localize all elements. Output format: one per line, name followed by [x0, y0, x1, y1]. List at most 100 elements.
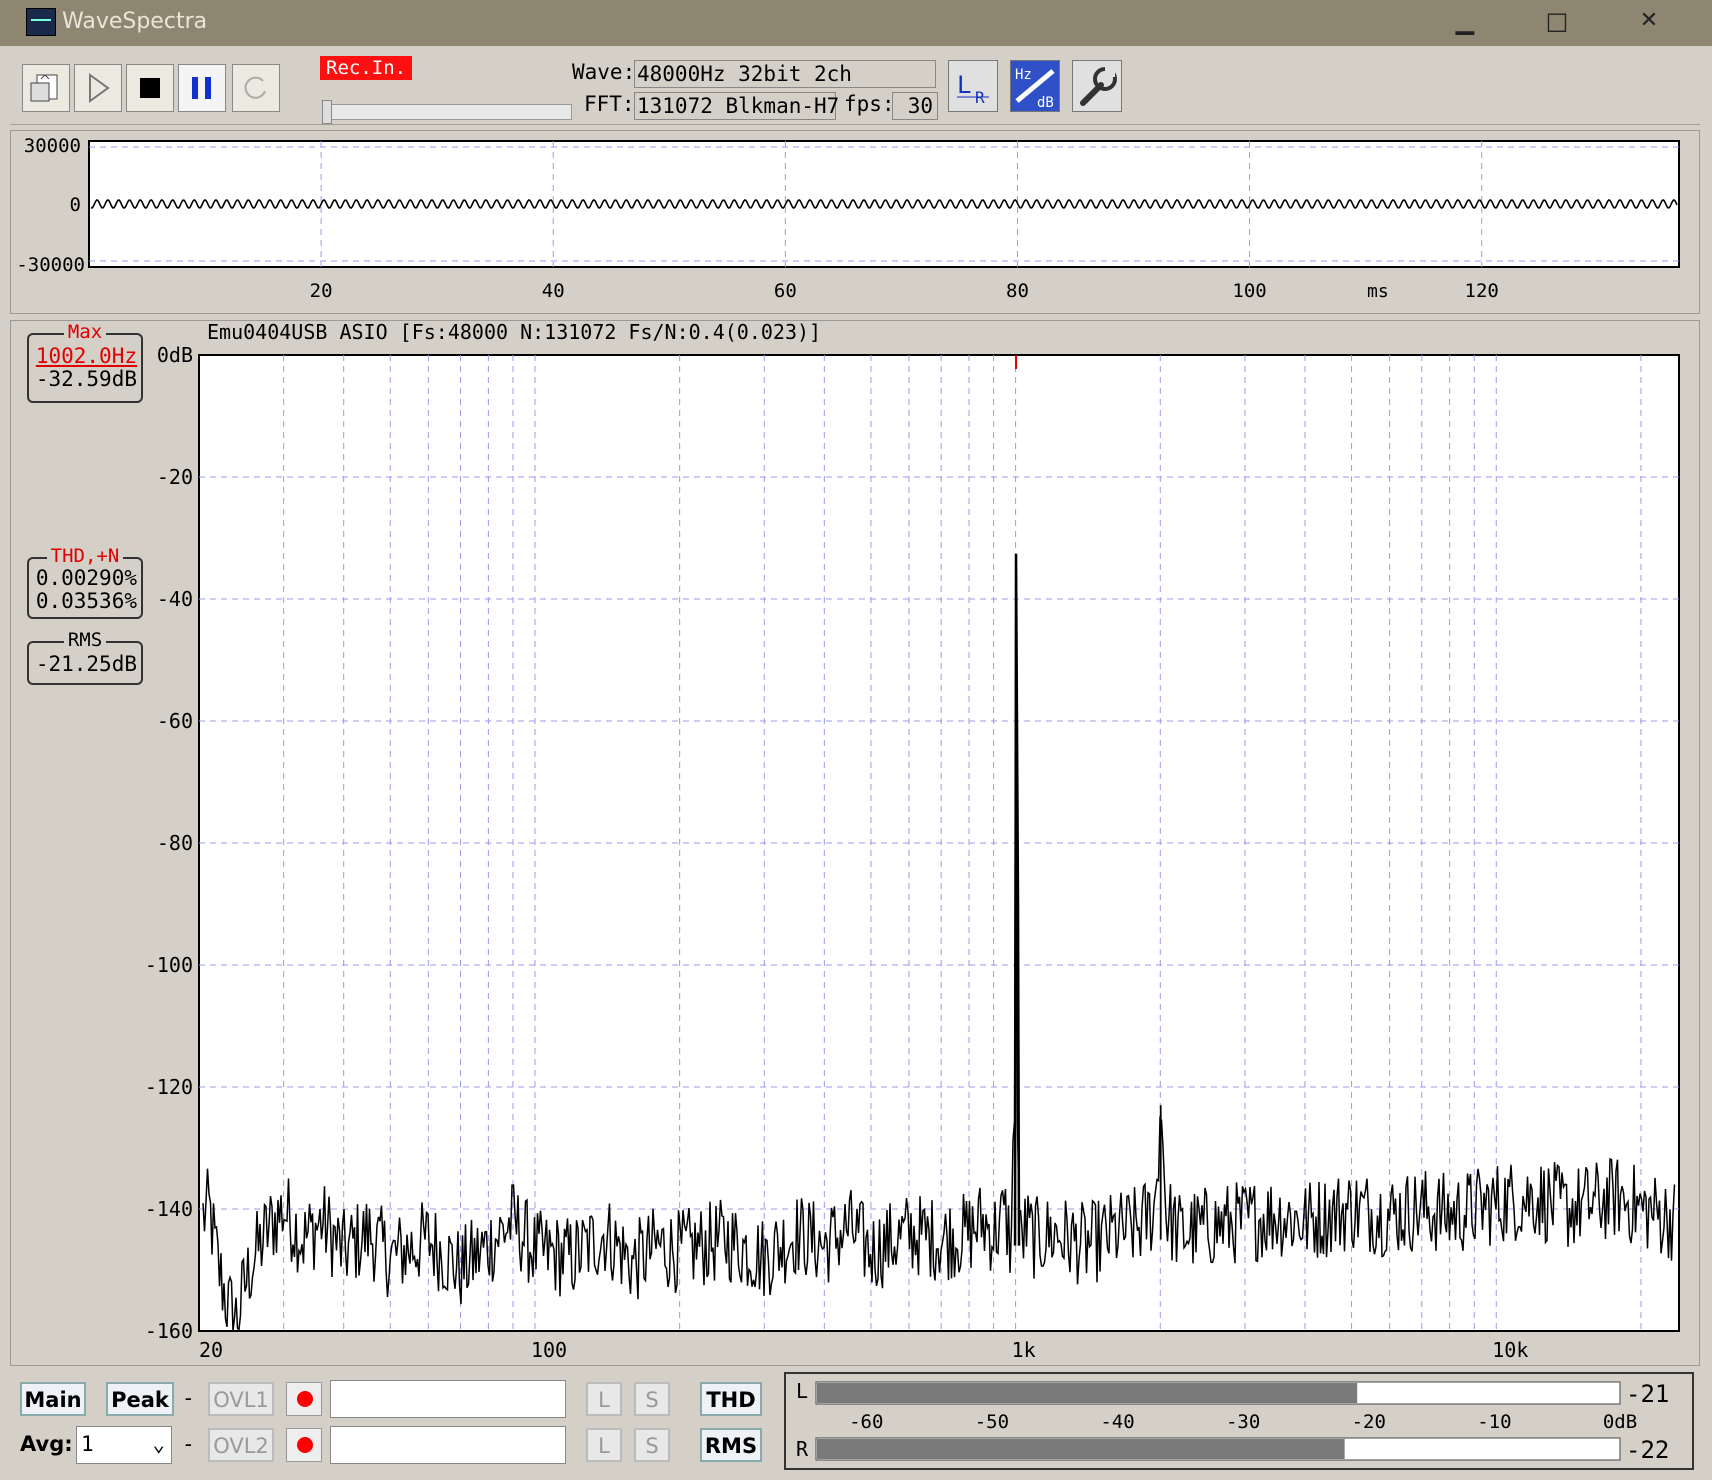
thd-button[interactable]: THD	[700, 1382, 762, 1416]
play-icon	[89, 73, 110, 103]
fft-setting-field[interactable]: 131072 Blkman-H7	[634, 92, 839, 120]
meter-right-fill	[817, 1439, 1345, 1459]
spectrum-x-tick-label: 1k	[1012, 1338, 1036, 1362]
wave-x-tick-label: 120	[1465, 280, 1499, 302]
maximize-button[interactable]: □	[1512, 0, 1602, 46]
wave-y-label-top: 30000	[24, 135, 81, 157]
chevron-down-icon: ⌄	[152, 1432, 165, 1456]
spectrum-y-tick-label: -100	[145, 953, 193, 977]
main-button[interactable]: Main	[20, 1382, 86, 1416]
toolbar: Rec.In. Wave: 48000Hz 32bit 2ch FFT: 131…	[10, 52, 1700, 125]
max-info-box: Max 1002.0Hz -32.59dB	[27, 321, 143, 403]
lr-l-text: L	[957, 71, 971, 99]
peak-button[interactable]: Peak	[106, 1382, 174, 1416]
pause-button[interactable]	[178, 64, 226, 112]
stop-icon	[140, 78, 160, 98]
thd-caption: THD,+N	[29, 545, 141, 567]
wave-label: Wave:	[572, 60, 636, 84]
max-frequency: 1002.0Hz	[35, 344, 137, 368]
level-meter: L R -21 -22 -60 -50 -40 -30 -20 -10 0dB	[784, 1372, 1694, 1470]
rms-caption: RMS	[29, 629, 141, 651]
ovl2-name-field[interactable]	[330, 1426, 566, 1464]
meter-left-value: -21	[1626, 1380, 1669, 1408]
rms-info-box: RMS -21.25dB	[27, 629, 143, 685]
ovl2-load-button[interactable]: L	[586, 1428, 622, 1462]
rms-button[interactable]: RMS	[700, 1428, 762, 1462]
spectrum-y-tick-label: -80	[157, 831, 193, 855]
avg-select[interactable]: 1 ⌄	[76, 1426, 172, 1464]
spectrum-x-tick-label: 20	[199, 1338, 223, 1362]
spectrum-panel: Emu0404USB ASIO [Fs:48000 N:131072 Fs/N:…	[10, 320, 1700, 1366]
hz-db-button[interactable]: Hz dB	[1010, 60, 1060, 112]
meter-scale-label: 0dB	[1603, 1411, 1637, 1433]
meter-scale-label: -60	[849, 1411, 883, 1433]
fft-label: FFT:	[584, 92, 635, 116]
thdn-value: 0.03536%	[35, 589, 137, 613]
spectrum-y-tick-label: -40	[157, 587, 193, 611]
dash-separator-1: -	[182, 1386, 195, 1410]
level-meter-graphic: L R -21 -22 -60 -50 -40 -30 -20 -10 0dB	[796, 1379, 1669, 1464]
ovl2-button[interactable]: OVL2	[208, 1428, 274, 1462]
ovl1-button[interactable]: OVL1	[208, 1382, 274, 1416]
spectrum-y-tick-label: -160	[145, 1319, 193, 1343]
thd-caption-text: THD,+N	[46, 545, 124, 567]
meter-scale-label: -10	[1477, 1411, 1511, 1433]
wave-x-tick-label: 40	[542, 280, 565, 302]
fps-label: fps:	[844, 92, 895, 116]
app-icon	[26, 8, 56, 36]
spectrum-y-tick-label: -140	[145, 1197, 193, 1221]
meter-right-label: R	[796, 1437, 809, 1461]
avg-label: Avg:	[20, 1432, 73, 1456]
open-file-button[interactable]	[22, 64, 70, 112]
spectrum-y-tick-label: 0dB	[157, 343, 193, 367]
ovl1-record-button[interactable]	[286, 1382, 322, 1416]
meter-right-value: -22	[1626, 1436, 1669, 1464]
ovl1-name-field[interactable]	[330, 1380, 566, 1418]
wave-y-label-bottom: -30000	[16, 254, 85, 276]
avg-value: 1	[81, 1432, 94, 1456]
loop-button[interactable]	[232, 64, 280, 112]
stop-button[interactable]	[126, 64, 174, 112]
ovl2-save-button[interactable]: S	[634, 1428, 670, 1462]
wave-x-unit: ms	[1367, 281, 1389, 302]
max-level: -32.59dB	[35, 367, 137, 391]
settings-button[interactable]	[1072, 60, 1122, 112]
wave-x-tick-label: 80	[1006, 280, 1029, 302]
spectrum-chart[interactable]: Emu0404USB ASIO [Fs:48000 N:131072 Fs/N:…	[11, 320, 1699, 1365]
dash-separator-2: -	[182, 1432, 195, 1456]
spectrum-x-tick-label: 100	[531, 1338, 567, 1362]
waveform-panel: 30000 0 -30000 ms 20 40 60 80 100 120	[10, 130, 1700, 314]
max-caption-text: Max	[63, 321, 107, 343]
thd-info-box: THD,+N 0.00290% 0.03536%	[27, 545, 143, 619]
spectrum-title: Emu0404USB ASIO [Fs:48000 N:131072 Fs/N:…	[207, 321, 821, 344]
fps-field[interactable]: 30	[892, 92, 938, 120]
waveform-plot-area	[88, 140, 1680, 268]
pause-icon	[192, 77, 211, 99]
waveform-chart[interactable]: 30000 0 -30000 ms 20 40 60 80 100 120	[11, 131, 1699, 313]
slider-thumb[interactable]	[322, 100, 332, 124]
wave-x-tick-label: 100	[1232, 280, 1266, 302]
meter-scale-label: -30	[1226, 1411, 1260, 1433]
minimize-button[interactable]: ▁	[1420, 0, 1510, 46]
channel-lr-button[interactable]: L R	[948, 60, 998, 112]
wave-x-tick-label: 20	[310, 280, 333, 302]
thd-value: 0.00290%	[35, 566, 137, 590]
wave-format-field[interactable]: 48000Hz 32bit 2ch	[634, 60, 936, 88]
ovl1-load-button[interactable]: L	[586, 1382, 622, 1416]
ovl1-save-button[interactable]: S	[634, 1382, 670, 1416]
hz-text: Hz	[1015, 67, 1032, 83]
wave-y-label-zero: 0	[70, 194, 81, 216]
meter-left-fill	[817, 1383, 1358, 1403]
ovl2-record-button[interactable]	[286, 1428, 322, 1462]
play-button[interactable]	[74, 64, 122, 112]
loop-icon	[244, 76, 266, 99]
hz-db-icon: Hz dB	[1015, 67, 1055, 111]
close-button[interactable]: ✕	[1604, 0, 1694, 46]
rec-in-indicator[interactable]: Rec.In.	[320, 56, 413, 80]
input-level-slider[interactable]	[322, 104, 572, 120]
lr-channel-icon: L R	[957, 71, 989, 107]
meter-scale-label: -40	[1100, 1411, 1134, 1433]
spectrum-y-tick-label: -20	[157, 465, 193, 489]
spectrum-y-tick-label: -60	[157, 709, 193, 733]
meter-scale-label: -50	[975, 1411, 1009, 1433]
